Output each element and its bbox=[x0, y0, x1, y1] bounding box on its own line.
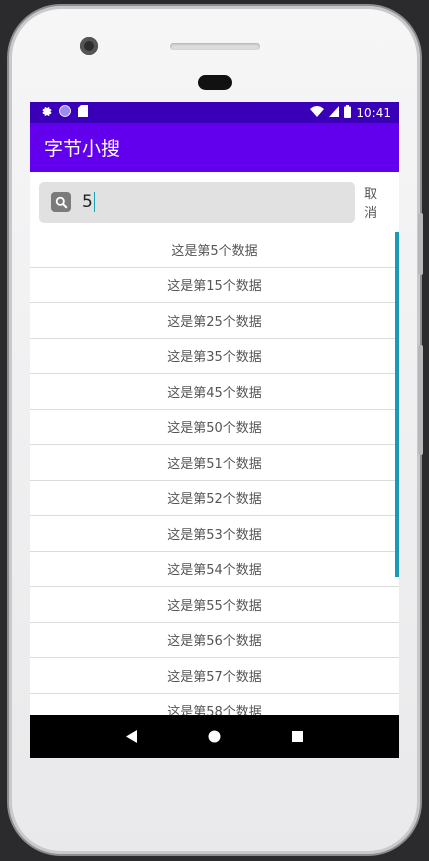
scrollbar[interactable] bbox=[395, 232, 399, 577]
home-icon[interactable] bbox=[200, 722, 230, 752]
app-bar: 字节小搜 bbox=[30, 123, 399, 172]
status-bar: 10:41 bbox=[30, 102, 399, 123]
front-camera bbox=[80, 37, 98, 55]
list-item[interactable]: 这是第56个数据 bbox=[30, 623, 399, 658]
status-left bbox=[40, 105, 88, 120]
list-item-label: 这是第52个数据 bbox=[167, 492, 262, 508]
list-item[interactable]: 这是第45个数据 bbox=[30, 374, 399, 410]
list-item[interactable]: 这是第55个数据 bbox=[30, 587, 399, 623]
status-time: 10:41 bbox=[356, 105, 391, 120]
list-item-label: 这是第15个数据 bbox=[167, 279, 262, 295]
result-list[interactable]: 这是第5个数据 这是第15个数据 这是第25个数据 这是第35个数据 这是第45… bbox=[30, 232, 399, 716]
search-input[interactable]: 5 bbox=[82, 192, 96, 212]
list-item-label: 这是第58个数据 bbox=[167, 705, 262, 716]
list-item-label: 这是第53个数据 bbox=[167, 527, 262, 543]
list-item-label: 这是第25个数据 bbox=[167, 314, 262, 330]
list-item[interactable]: 这是第50个数据 bbox=[30, 410, 399, 445]
back-icon[interactable] bbox=[117, 722, 147, 752]
list-item-label: 这是第5个数据 bbox=[171, 243, 258, 259]
list-item-label: 这是第50个数据 bbox=[167, 421, 262, 437]
search-icon bbox=[51, 192, 71, 212]
gear-icon bbox=[40, 105, 52, 120]
list-item-label: 这是第55个数据 bbox=[167, 598, 262, 614]
search-box[interactable]: 5 bbox=[39, 181, 356, 223]
list-item[interactable]: 这是第54个数据 bbox=[30, 552, 399, 587]
list-item[interactable]: 这是第51个数据 bbox=[30, 445, 399, 481]
volume-button bbox=[418, 345, 423, 455]
list-item-label: 这是第54个数据 bbox=[167, 563, 262, 579]
list-item[interactable]: 这是第52个数据 bbox=[30, 481, 399, 516]
list-item[interactable]: 这是第5个数据 bbox=[30, 232, 399, 268]
list-item[interactable]: 这是第35个数据 bbox=[30, 339, 399, 374]
screen: 10:41 字节小搜 5 取消 这是第5个数据 这是第15个数据 这是第25个数… bbox=[30, 102, 399, 758]
list-item-label: 这是第35个数据 bbox=[167, 350, 262, 366]
list-item[interactable]: 这是第53个数据 bbox=[30, 516, 399, 552]
list-item-label: 这是第51个数据 bbox=[167, 456, 262, 472]
list-item[interactable]: 这是第15个数据 bbox=[30, 268, 399, 303]
search-row: 5 取消 bbox=[30, 172, 399, 232]
list-item[interactable]: 这是第58个数据 bbox=[30, 694, 399, 716]
status-right: 10:41 bbox=[310, 104, 391, 121]
wifi-icon bbox=[310, 105, 325, 120]
list-item-label: 这是第56个数据 bbox=[167, 634, 262, 650]
text-caret bbox=[93, 192, 96, 212]
circle-icon bbox=[59, 105, 71, 120]
battery-icon bbox=[344, 104, 352, 121]
list-item-label: 这是第57个数据 bbox=[167, 669, 262, 685]
list-item[interactable]: 这是第25个数据 bbox=[30, 303, 399, 339]
recents-icon[interactable] bbox=[283, 722, 313, 752]
app-title: 字节小搜 bbox=[44, 138, 121, 160]
navigation-bar bbox=[30, 715, 399, 758]
list-item-label: 这是第45个数据 bbox=[167, 385, 262, 401]
cancel-button[interactable]: 取消 bbox=[364, 183, 390, 221]
sd-card-icon bbox=[78, 105, 88, 120]
signal-icon bbox=[329, 105, 340, 120]
search-input-value: 5 bbox=[82, 192, 93, 212]
earpiece-speaker bbox=[170, 43, 260, 50]
power-button bbox=[418, 213, 423, 275]
list-item[interactable]: 这是第57个数据 bbox=[30, 658, 399, 694]
proximity-sensor bbox=[198, 75, 232, 90]
